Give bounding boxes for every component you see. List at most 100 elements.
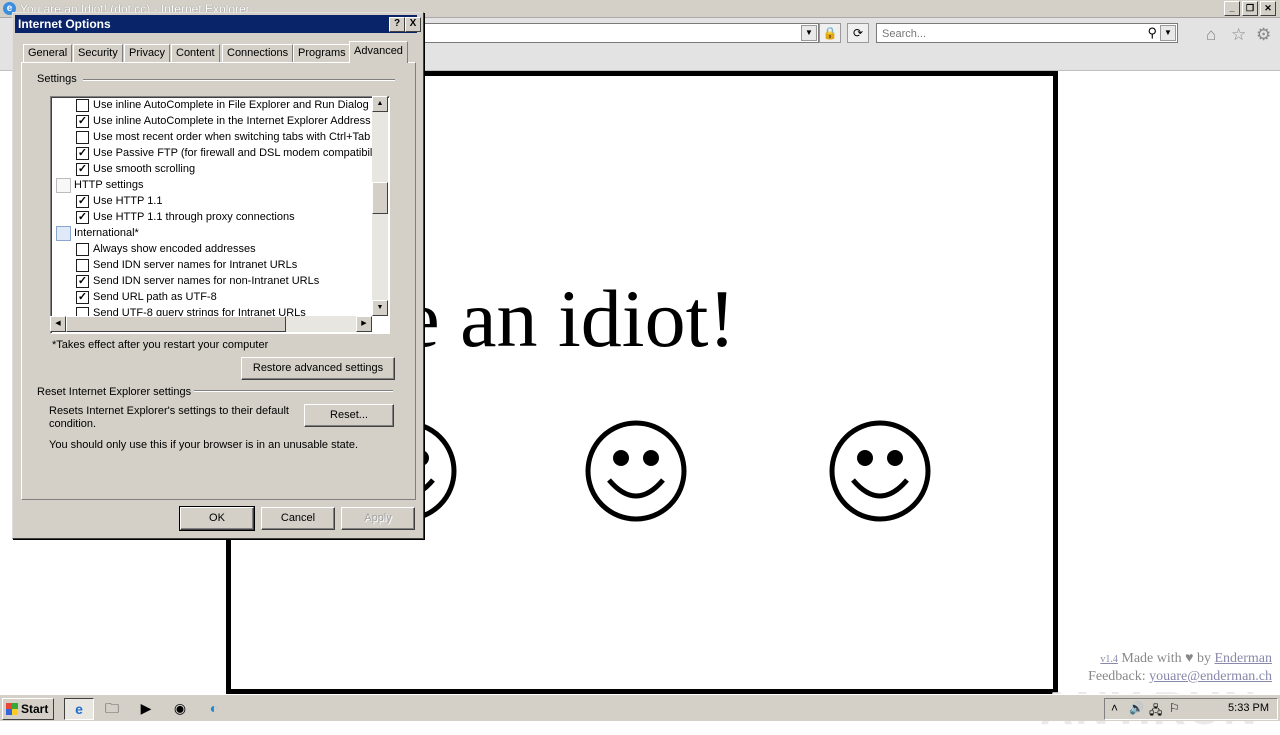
checkbox-checked-icon[interactable]: ✓: [76, 115, 89, 128]
search-icon[interactable]: ⚲: [1147, 25, 1157, 41]
setting-checkbox-row[interactable]: Use most recent order when switching tab…: [51, 129, 381, 145]
tree-horizontal-scrollbar[interactable]: ◀ ▶: [50, 316, 372, 332]
setting-label: Send IDN server names for Intranet URLs: [93, 259, 298, 271]
checkbox-checked-icon[interactable]: ✓: [76, 275, 89, 288]
apply-button[interactable]: Apply: [341, 507, 415, 530]
scroll-up-icon[interactable]: ▲: [372, 96, 388, 112]
vertical-scroll-thumb[interactable]: [372, 182, 388, 214]
checkbox-unchecked-icon[interactable]: [76, 243, 89, 256]
settings-category-row[interactable]: International*: [51, 225, 381, 241]
checkbox-checked-icon[interactable]: ✓: [76, 195, 89, 208]
search-dropdown-icon[interactable]: ▼: [1160, 25, 1176, 41]
checkbox-checked-icon[interactable]: ✓: [76, 163, 89, 176]
setting-checkbox-row[interactable]: ✓ Use HTTP 1.1: [51, 193, 381, 209]
globe-icon: [56, 226, 71, 241]
home-icon[interactable]: ⌂: [1206, 25, 1216, 45]
setting-label: Send IDN server names for non-Intranet U…: [93, 275, 320, 287]
tree-vertical-scrollbar[interactable]: ▲ ▼: [372, 96, 388, 316]
checkbox-unchecked-icon[interactable]: [76, 99, 89, 112]
dialog-title-bar: Internet Options ? X: [15, 15, 421, 33]
version-link[interactable]: v1.4: [1100, 654, 1118, 665]
tab-connections[interactable]: Connections: [222, 44, 294, 62]
action-center-flag-icon[interactable]: ⚐: [1169, 701, 1180, 715]
setting-label: Use Passive FTP (for firewall and DSL mo…: [93, 147, 388, 159]
reset-warning: You should only use this if your browser…: [49, 439, 358, 451]
setting-checkbox-row[interactable]: Use inline AutoComplete in File Explorer…: [51, 97, 381, 113]
media-player-taskbar-icon[interactable]: ▶: [132, 698, 160, 718]
checkbox-checked-icon[interactable]: ✓: [76, 291, 89, 304]
tab-advanced[interactable]: Advanced: [349, 41, 408, 63]
edge-taskbar-icon[interactable]: ◐: [200, 698, 228, 718]
reset-group-label: Reset Internet Explorer settings: [37, 386, 195, 398]
reset-description-line2: condition.: [49, 418, 97, 430]
checkbox-unchecked-icon[interactable]: [76, 131, 89, 144]
setting-label: Use inline AutoComplete in File Explorer…: [93, 99, 369, 111]
dialog-close-button[interactable]: X: [405, 17, 421, 32]
restart-note: *Takes effect after you restart your com…: [52, 339, 269, 351]
help-button[interactable]: ?: [389, 17, 405, 32]
system-tray: ˄ 🔊 🖧 ⚐ 5:33 PM: [1104, 698, 1278, 720]
clock[interactable]: 5:33 PM: [1228, 702, 1269, 714]
smiley-face-2: [585, 420, 687, 522]
close-window-button[interactable]: ✕: [1260, 1, 1276, 16]
category-label: International*: [74, 227, 139, 239]
cancel-button[interactable]: Cancel: [261, 507, 335, 530]
setting-checkbox-row[interactable]: Always show encoded addresses: [51, 241, 381, 257]
setting-label: Use inline AutoComplete in the Internet …: [93, 115, 381, 127]
page-icon: [56, 178, 71, 193]
ok-button[interactable]: OK: [179, 506, 255, 531]
checkbox-unchecked-icon[interactable]: [76, 259, 89, 272]
horizontal-scroll-thumb[interactable]: [66, 316, 286, 332]
tab-programs[interactable]: Programs: [293, 44, 351, 62]
minimize-button[interactable]: _: [1224, 1, 1240, 16]
settings-group-divider: [83, 79, 395, 81]
scroll-down-icon[interactable]: ▼: [372, 300, 388, 316]
setting-label: Use smooth scrolling: [93, 163, 196, 175]
gear-icon[interactable]: ⚙: [1256, 25, 1271, 45]
network-icon[interactable]: 🖧: [1149, 701, 1162, 722]
restore-button[interactable]: ❐: [1242, 1, 1258, 16]
scroll-left-icon[interactable]: ◀: [50, 316, 66, 332]
internet-options-dialog: Internet Options ? X General Security Pr…: [12, 12, 424, 539]
setting-label: Use HTTP 1.1 through proxy connections: [93, 211, 295, 223]
setting-checkbox-row[interactable]: ✓ Use smooth scrolling: [51, 161, 381, 177]
restore-advanced-settings-button[interactable]: Restore advanced settings: [241, 357, 395, 380]
tab-general[interactable]: General: [23, 44, 73, 62]
heart-icon: ♥: [1185, 651, 1194, 666]
setting-label: Use HTTP 1.1: [93, 195, 163, 207]
internet-explorer-taskbar-icon[interactable]: e: [64, 698, 94, 720]
tab-privacy[interactable]: Privacy: [124, 44, 171, 62]
scroll-right-icon[interactable]: ▶: [356, 316, 372, 332]
start-button[interactable]: Start: [2, 698, 54, 720]
setting-checkbox-row[interactable]: ✓ Use Passive FTP (for firewall and DSL m…: [51, 145, 387, 161]
setting-checkbox-row[interactable]: ✓ Send IDN server names for non-Intranet …: [51, 273, 381, 289]
chrome-taskbar-icon[interactable]: ◉: [166, 698, 194, 718]
windows-logo-icon: [6, 703, 18, 715]
search-box[interactable]: ⚲ ▼: [876, 23, 1178, 43]
advanced-settings-tree[interactable]: Use inline AutoComplete in File Explorer…: [50, 96, 390, 334]
tab-security[interactable]: Security: [73, 44, 123, 62]
setting-checkbox-row[interactable]: Send IDN server names for Intranet URLs: [51, 257, 381, 273]
reset-button[interactable]: Reset...: [304, 404, 394, 427]
reset-group-divider: [193, 390, 393, 392]
taskbar: Start e 🗀 ▶ ◉ ◐ ˄ 🔊 🖧 ⚐ 5:33 PM: [0, 694, 1280, 721]
lock-icon[interactable]: 🔒: [819, 23, 841, 43]
category-label: HTTP settings: [74, 179, 144, 191]
feedback-email-link[interactable]: youare@enderman.ch: [1149, 669, 1272, 684]
address-bar[interactable]: ▼: [422, 23, 819, 43]
author-link[interactable]: Enderman: [1214, 651, 1272, 666]
favorites-star-icon[interactable]: ☆: [1231, 25, 1246, 45]
show-hidden-icons-icon[interactable]: ˄: [1111, 701, 1118, 715]
checkbox-checked-icon[interactable]: ✓: [76, 211, 89, 224]
settings-category-row[interactable]: HTTP settings: [51, 177, 381, 193]
volume-icon[interactable]: 🔊: [1129, 701, 1144, 715]
refresh-icon[interactable]: ⟳: [847, 23, 869, 43]
setting-checkbox-row[interactable]: ✓ Send URL path as UTF-8: [51, 289, 381, 305]
file-explorer-taskbar-icon[interactable]: 🗀: [98, 698, 126, 718]
tab-content[interactable]: Content: [171, 44, 220, 62]
search-input[interactable]: [880, 25, 1154, 43]
setting-checkbox-row[interactable]: ✓ Use HTTP 1.1 through proxy connections: [51, 209, 381, 225]
setting-checkbox-row[interactable]: ✓ Use inline AutoComplete in the Internet…: [51, 113, 381, 129]
checkbox-checked-icon[interactable]: ✓: [76, 147, 89, 160]
address-dropdown-icon[interactable]: ▼: [801, 25, 817, 41]
